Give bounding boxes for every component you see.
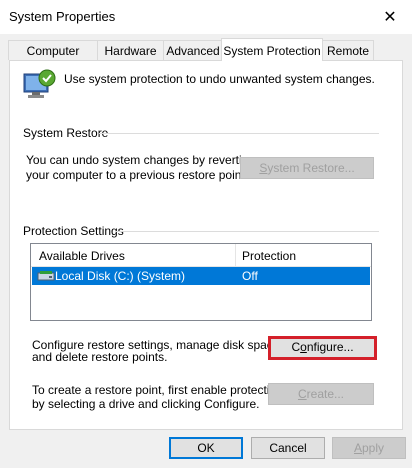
create-button[interactable]: Create... [268, 383, 374, 405]
apply-button[interactable]: Apply [332, 437, 406, 459]
configure-button-prefix: C [291, 340, 301, 354]
intro-text: Use system protection to undo unwanted s… [64, 72, 375, 86]
protection-settings-heading: Protection Settings [23, 224, 124, 238]
tab-advanced[interactable]: Advanced [163, 40, 223, 60]
system-restore-desc-line2: your computer to a previous restore poin… [26, 168, 249, 182]
configure-desc-line2: and delete restore points. [32, 350, 168, 364]
configure-mnemonic: o [300, 340, 307, 354]
protection-settings-divider [115, 231, 379, 232]
drive-name: Local Disk (C:) (System) [55, 269, 186, 283]
system-protection-shield-icon [23, 69, 56, 98]
tab-computer-name[interactable]: Computer Name [8, 40, 98, 78]
title-bar: System Properties ✕ [0, 0, 412, 35]
column-protection[interactable]: Protection [242, 249, 296, 263]
apply-mnemonic: A [353, 441, 362, 455]
tab-hardware[interactable]: Hardware [97, 40, 164, 60]
column-separator [235, 244, 236, 266]
configure-button[interactable]: Configure... [268, 336, 377, 360]
configure-button-label: nfigure... [306, 340, 354, 354]
hard-drive-icon [37, 271, 55, 281]
drives-list-header: Available Drives Protection [31, 244, 371, 267]
drives-list[interactable]: Available Drives Protection Local Disk (… [30, 243, 372, 321]
ok-button[interactable]: OK [169, 437, 243, 459]
close-icon: ✕ [383, 9, 397, 26]
create-mnemonic: C [297, 387, 307, 401]
drive-protection-status: Off [242, 269, 258, 283]
close-button[interactable]: ✕ [368, 0, 412, 34]
create-desc-line1: To create a restore point, first enable … [32, 383, 283, 397]
cancel-button[interactable]: Cancel [251, 437, 325, 459]
table-row[interactable]: Local Disk (C:) (System) Off [32, 267, 370, 285]
system-restore-desc-line1: You can undo system changes by reverting [26, 153, 256, 167]
tab-system-protection[interactable]: System Protection [221, 38, 323, 61]
create-desc-line2: by selecting a drive and clicking Config… [32, 397, 260, 411]
system-restore-heading: System Restore [23, 126, 109, 140]
window-title: System Properties [9, 9, 116, 24]
system-restore-button[interactable]: System Restore... [240, 157, 374, 179]
tab-remote[interactable]: Remote [322, 40, 374, 60]
create-button-label: reate... [306, 387, 345, 401]
apply-button-label: pply [362, 441, 385, 455]
system-restore-divider [99, 133, 379, 134]
system-restore-button-label: ystem Restore... [267, 161, 355, 175]
column-available-drives[interactable]: Available Drives [39, 249, 125, 263]
